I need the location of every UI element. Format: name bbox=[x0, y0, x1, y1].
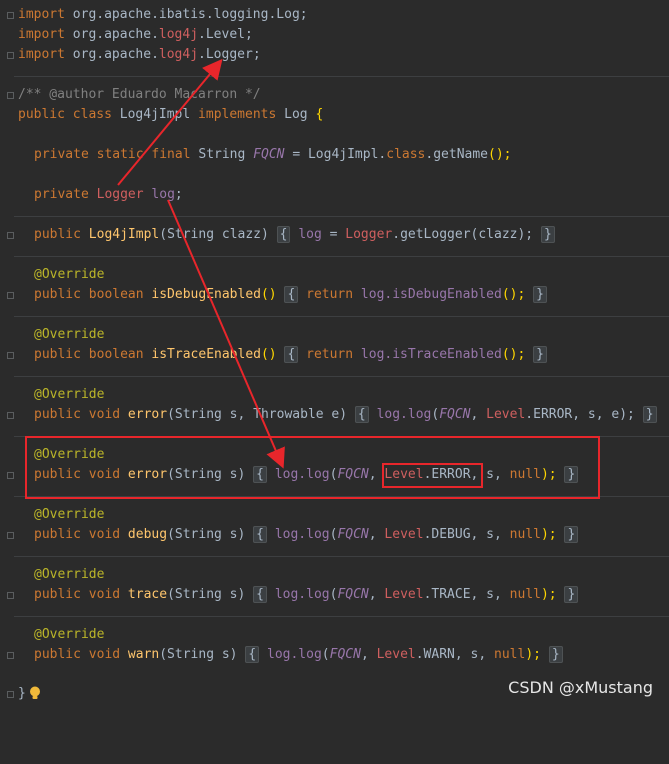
annotation-arrows bbox=[117, 58, 285, 469]
watermark: CSDN @xMustang bbox=[508, 678, 653, 697]
arrow-to-import bbox=[117, 58, 223, 186]
code-editor[interactable]: import org.apache.ibatis.logging.Log; im… bbox=[0, 0, 669, 705]
arrow-to-log-call bbox=[167, 199, 285, 469]
